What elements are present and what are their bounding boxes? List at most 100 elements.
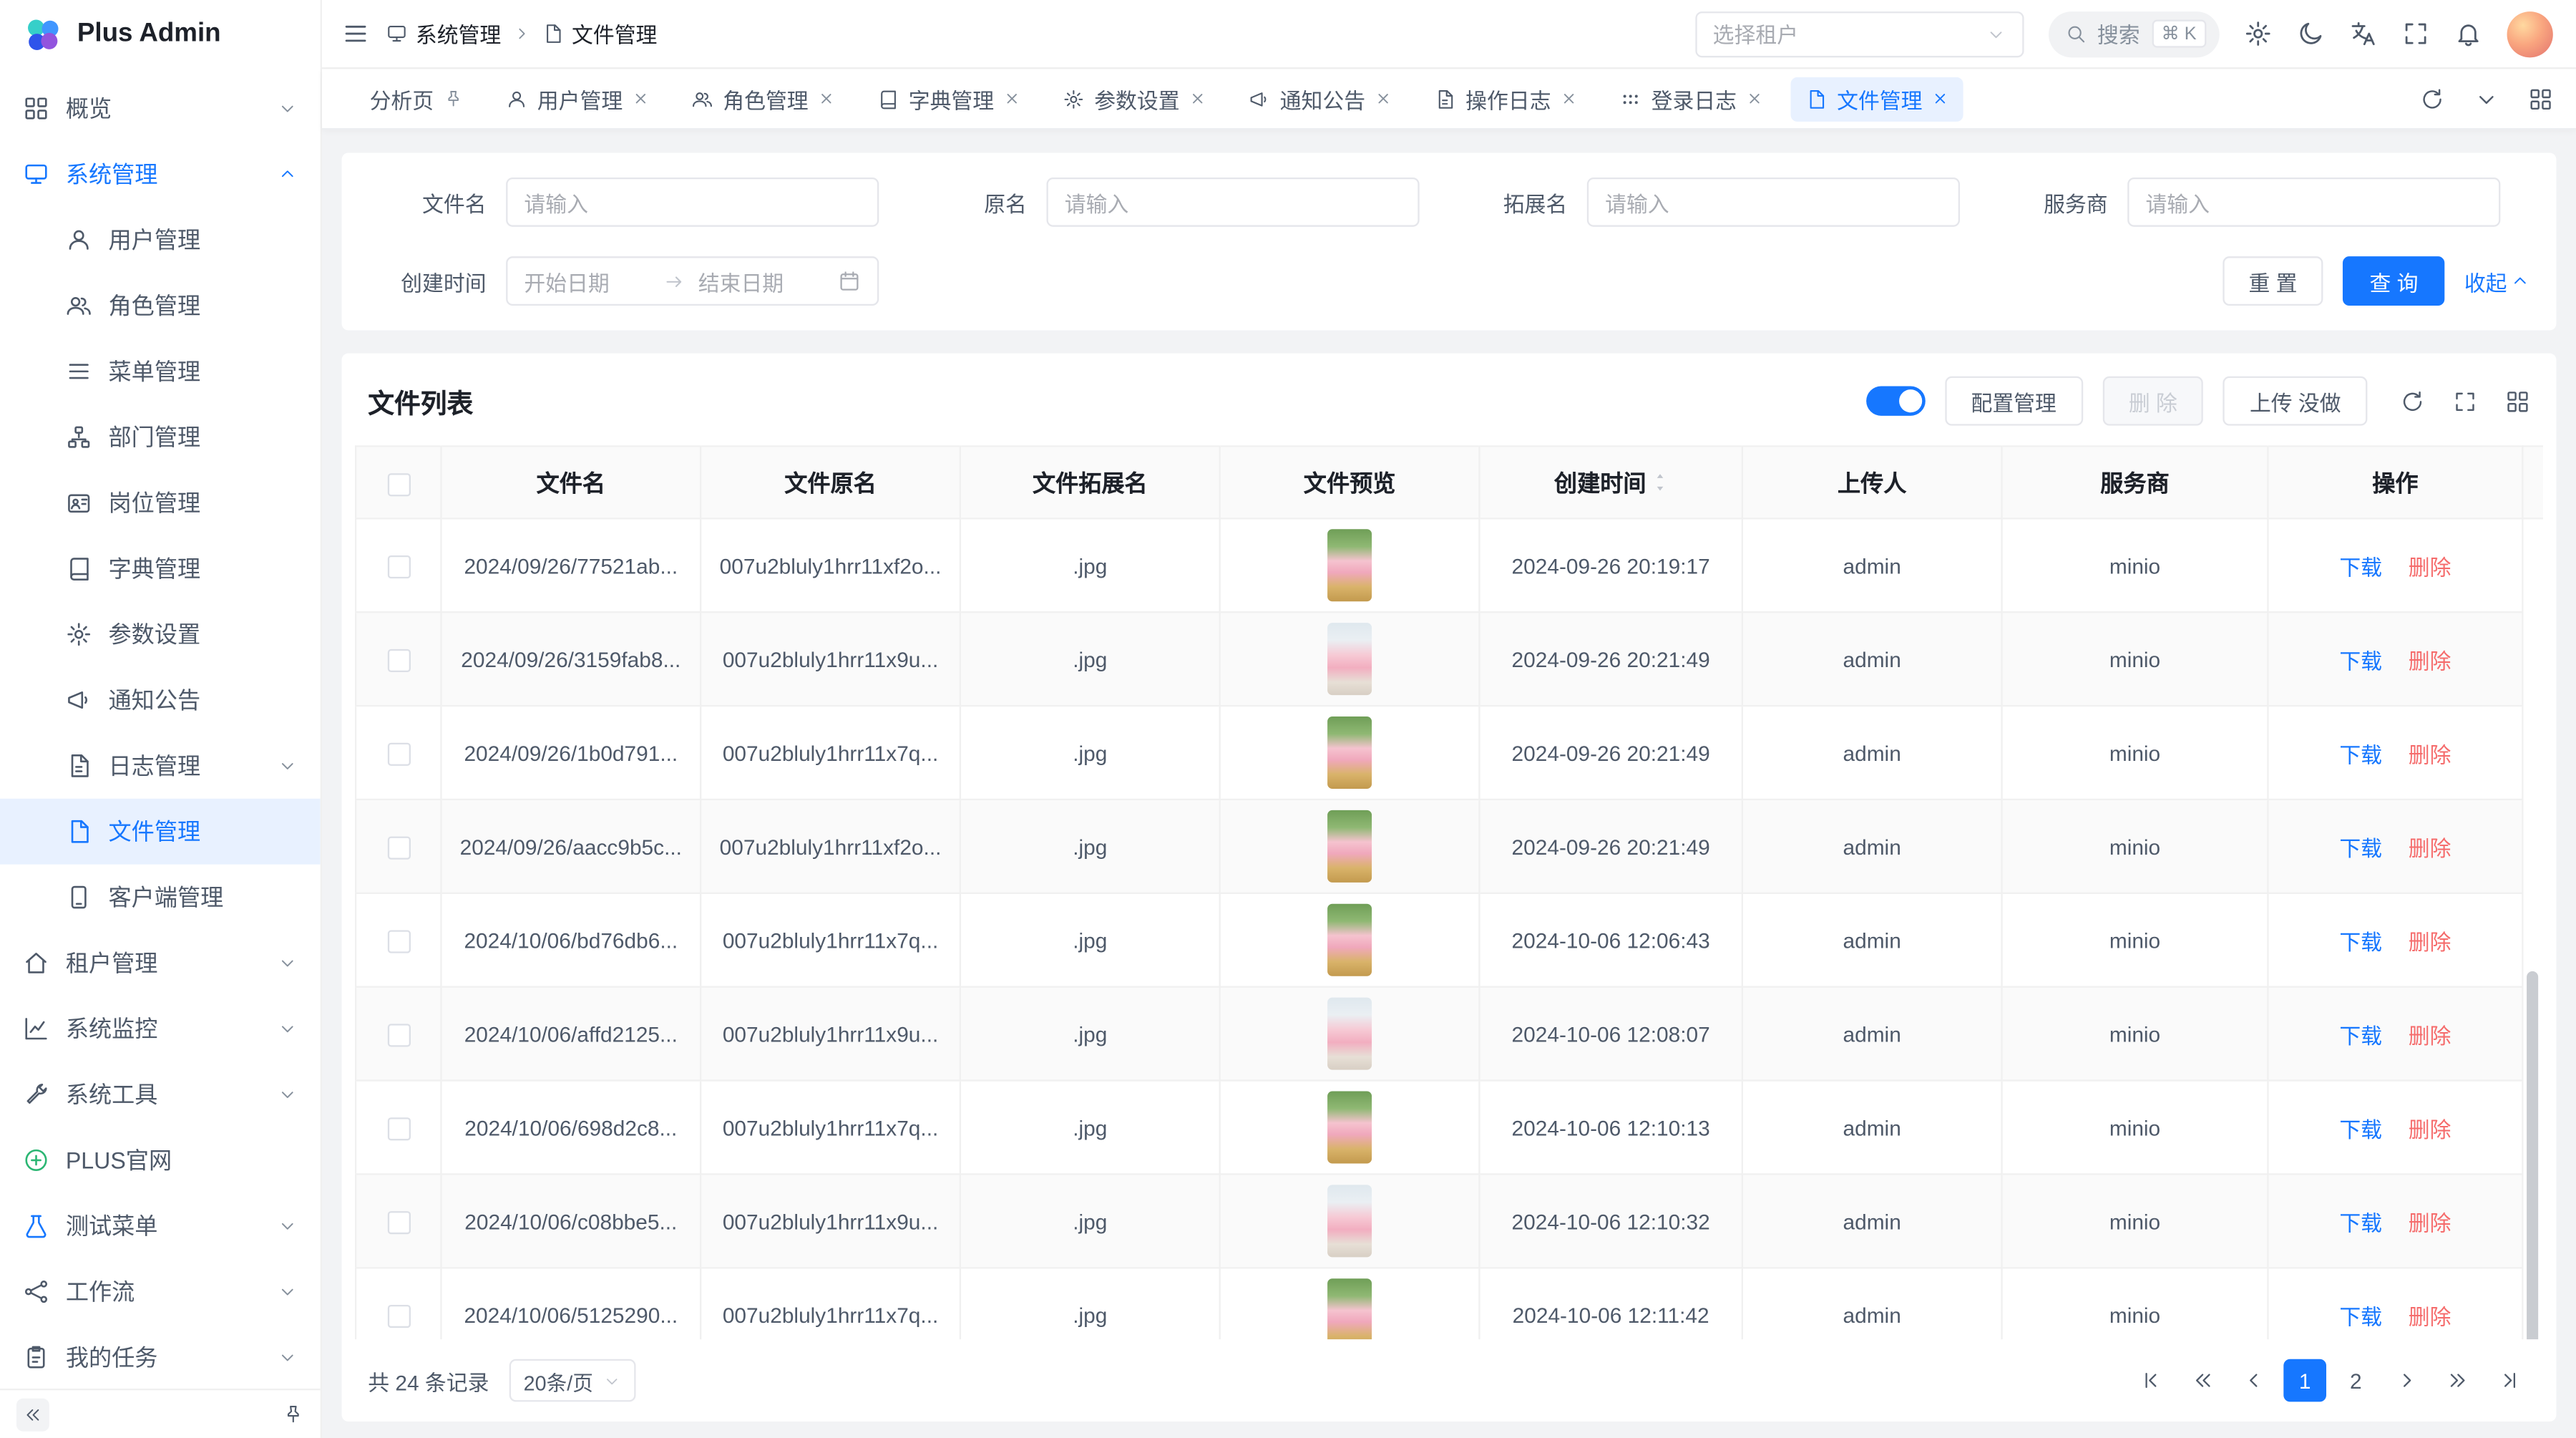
sidebar-item-user-management[interactable]: 用户管理 <box>0 207 321 273</box>
reset-button[interactable]: 重 置 <box>2223 256 2323 306</box>
global-search[interactable]: 搜索 ⌘ K <box>2048 11 2220 57</box>
sidebar-item-file-management[interactable]: 文件管理 <box>0 799 321 865</box>
download-link[interactable]: 下载 <box>2339 742 2382 767</box>
download-link[interactable]: 下载 <box>2339 1117 2382 1141</box>
tabbar-chevron-down-button[interactable] <box>2474 87 2499 111</box>
delete-link[interactable]: 删除 <box>2409 1023 2451 1047</box>
delete-link[interactable]: 删除 <box>2409 742 2451 767</box>
sidebar-item-menu-management[interactable]: 菜单管理 <box>0 339 321 404</box>
close-icon[interactable] <box>1561 90 1577 107</box>
row-checkbox[interactable] <box>387 742 410 765</box>
download-link[interactable]: 下载 <box>2339 835 2382 860</box>
row-checkbox[interactable] <box>387 930 410 953</box>
download-link[interactable]: 下载 <box>2339 929 2382 953</box>
tab-role-management[interactable]: 角色管理 <box>677 77 849 121</box>
page-button-1[interactable]: 1 <box>2283 1359 2326 1402</box>
table-columns-button[interactable] <box>2505 389 2529 413</box>
row-checkbox[interactable] <box>387 555 410 578</box>
filter-input-origin-name[interactable]: 请输入 <box>1046 178 1419 227</box>
next-group-page-button[interactable] <box>2436 1359 2479 1402</box>
sidebar-item-dict-management[interactable]: 字典管理 <box>0 535 321 601</box>
delete-link[interactable]: 删除 <box>2409 1117 2451 1141</box>
moon-button[interactable] <box>2297 20 2325 48</box>
tabbar-refresh-button[interactable] <box>2420 87 2444 111</box>
config-toggle[interactable] <box>1866 387 1926 416</box>
row-checkbox[interactable] <box>387 1211 410 1234</box>
prev-group-page-button[interactable] <box>2182 1359 2225 1402</box>
sidebar-item-param-settings[interactable]: 参数设置 <box>0 601 321 667</box>
preview-thumbnail[interactable] <box>1327 623 1372 695</box>
sidebar-item-my-tasks[interactable]: 我的任务 <box>0 1324 321 1389</box>
download-link[interactable]: 下载 <box>2339 1304 2382 1328</box>
download-link[interactable]: 下载 <box>2339 1210 2382 1235</box>
prev-page-button[interactable] <box>2233 1359 2275 1402</box>
delete-link[interactable]: 删除 <box>2409 1210 2451 1235</box>
tabbar-columns-button[interactable] <box>2528 87 2552 111</box>
translate-button[interactable] <box>2349 20 2377 48</box>
sidebar-item-plus-site[interactable]: PLUS官网 <box>0 1127 321 1193</box>
row-checkbox[interactable] <box>387 836 410 859</box>
upload-button[interactable]: 上传 没做 <box>2223 376 2367 426</box>
app-logo[interactable]: Plus Admin <box>0 0 321 69</box>
download-link[interactable]: 下载 <box>2339 648 2382 673</box>
tenant-select[interactable]: 选择租户 <box>1694 11 2023 57</box>
row-checkbox[interactable] <box>387 1117 410 1140</box>
vertical-scrollbar[interactable] <box>2527 971 2538 1339</box>
sort-icons[interactable] <box>1653 472 1668 492</box>
search-button[interactable]: 查 询 <box>2343 256 2444 306</box>
page-button-2[interactable]: 2 <box>2334 1359 2377 1402</box>
tab-notice[interactable]: 通知公告 <box>1234 77 1406 121</box>
table-fullscreen-button[interactable] <box>2453 389 2477 413</box>
tab-user-management[interactable]: 用户管理 <box>492 77 664 121</box>
next-page-button[interactable] <box>2386 1359 2429 1402</box>
sidebar-item-system-management[interactable]: 系统管理 <box>0 141 321 207</box>
table-refresh-button[interactable] <box>2400 389 2424 413</box>
close-icon[interactable] <box>633 90 649 107</box>
close-icon[interactable] <box>1747 90 1763 107</box>
bell-button[interactable] <box>2454 20 2482 48</box>
download-link[interactable]: 下载 <box>2339 555 2382 579</box>
sidebar-item-dept-management[interactable]: 部门管理 <box>0 404 321 470</box>
config-management-button[interactable]: 配置管理 <box>1945 376 2083 426</box>
tab-param-settings[interactable]: 参数设置 <box>1048 77 1221 121</box>
preview-thumbnail[interactable] <box>1327 1278 1372 1339</box>
download-link[interactable]: 下载 <box>2339 1023 2382 1047</box>
preview-thumbnail[interactable] <box>1327 998 1372 1070</box>
filter-input-extension[interactable]: 请输入 <box>1587 178 1960 227</box>
sidebar-item-system-tools[interactable]: 系统工具 <box>0 1062 321 1127</box>
tab-op-log[interactable]: 操作日志 <box>1420 77 1592 121</box>
tab-dict-management[interactable]: 字典管理 <box>862 77 1035 121</box>
date-range-picker[interactable]: 开始日期 结束日期 <box>506 256 879 306</box>
select-all-checkbox[interactable] <box>387 472 410 495</box>
tab-login-log[interactable]: 登录日志 <box>1605 77 1777 121</box>
gear-button[interactable] <box>2244 20 2272 48</box>
filter-input-file-name[interactable]: 请输入 <box>506 178 879 227</box>
row-checkbox[interactable] <box>387 648 410 671</box>
delete-link[interactable]: 删除 <box>2409 648 2451 673</box>
delete-button[interactable]: 删 除 <box>2102 376 2203 426</box>
sidebar-item-post-management[interactable]: 岗位管理 <box>0 470 321 536</box>
preview-thumbnail[interactable] <box>1327 716 1372 789</box>
hamburger-menu-button[interactable] <box>342 20 370 48</box>
avatar[interactable] <box>2507 11 2553 57</box>
delete-link[interactable]: 删除 <box>2409 835 2451 860</box>
sidebar-item-notice[interactable]: 通知公告 <box>0 667 321 733</box>
pin-icon[interactable] <box>444 89 464 109</box>
preview-thumbnail[interactable] <box>1327 904 1372 976</box>
sidebar-item-client-management[interactable]: 客户端管理 <box>0 865 321 931</box>
row-checkbox[interactable] <box>387 1024 410 1046</box>
delete-link[interactable]: 删除 <box>2409 929 2451 953</box>
delete-link[interactable]: 删除 <box>2409 555 2451 579</box>
tab-analysis[interactable]: 分析页 <box>355 77 478 121</box>
row-checkbox[interactable] <box>387 1304 410 1327</box>
breadcrumb-item-file-management[interactable]: 文件管理 <box>542 18 658 49</box>
tab-file-management[interactable]: 文件管理 <box>1791 77 1963 121</box>
first-page-button[interactable] <box>2131 1359 2174 1402</box>
sidebar-item-role-management[interactable]: 角色管理 <box>0 273 321 339</box>
close-icon[interactable] <box>818 90 834 107</box>
sidebar-collapse-button[interactable] <box>16 1398 49 1431</box>
fullscreen-button[interactable] <box>2402 20 2430 48</box>
sidebar-item-system-monitor[interactable]: 系统监控 <box>0 996 321 1062</box>
preview-thumbnail[interactable] <box>1327 529 1372 601</box>
sidebar-item-tenant-management[interactable]: 租户管理 <box>0 930 321 996</box>
